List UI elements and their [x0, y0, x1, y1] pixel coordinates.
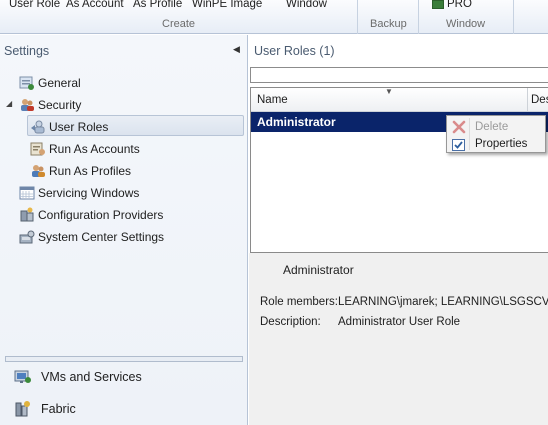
- ribbon-group-backup: Backup: [370, 18, 407, 30]
- row-name: Administrator: [257, 115, 336, 129]
- pro-button[interactable]: PRO: [447, 0, 472, 10]
- tree-item-system-center-settings[interactable]: System Center Settings: [19, 227, 164, 247]
- context-menu: Delete Properties: [446, 115, 546, 153]
- delete-icon: [451, 119, 467, 135]
- ribbon-separator: [357, 0, 358, 34]
- create-user-role-button[interactable]: User Role: [9, 0, 60, 10]
- sort-ascending-icon: ▼: [385, 87, 393, 96]
- system-center-settings-icon: [19, 229, 35, 245]
- workspace-label: Fabric: [41, 402, 76, 416]
- calendar-icon: [19, 185, 35, 201]
- winpe-image-button[interactable]: WinPE Image: [192, 0, 262, 10]
- ribbon-group-window: Window: [446, 18, 486, 30]
- column-header-name[interactable]: Name: [257, 94, 288, 106]
- tree-item-label: General: [38, 76, 81, 90]
- tree-item-general[interactable]: General: [19, 73, 81, 93]
- pane-splitter[interactable]: [5, 356, 243, 362]
- tree-item-run-as-profiles[interactable]: Run As Profiles: [30, 161, 131, 181]
- ribbon-group-create: Create: [162, 18, 196, 30]
- run-as-profiles-icon: [30, 163, 46, 179]
- page-title: User Roles (1): [254, 44, 335, 58]
- expand-collapse-icon[interactable]: ◢: [6, 99, 12, 108]
- content-pane: User Roles (1) ▼ Name Des Administrator …: [249, 35, 548, 425]
- workspace-fabric[interactable]: Fabric: [14, 397, 76, 421]
- user-roles-icon: [30, 119, 46, 135]
- tree-item-label: User Roles: [49, 120, 109, 134]
- workspace-label: VMs and Services: [41, 370, 142, 384]
- window-button[interactable]: Window: [286, 0, 327, 10]
- create-run-as-profile-button[interactable]: As Profile: [133, 0, 182, 10]
- workspace-vms-and-services[interactable]: VMs and Services: [14, 365, 142, 389]
- navigation-pane: Settings ◀ ◢ General Security User Roles…: [0, 35, 248, 425]
- general-settings-icon: [19, 75, 35, 91]
- column-divider[interactable]: [527, 88, 528, 112]
- description-value: Administrator User Role: [338, 316, 461, 328]
- menu-item-properties[interactable]: Properties: [447, 135, 545, 152]
- menu-item-label: Delete: [475, 120, 509, 133]
- grid-header: ▼ Name Des: [251, 87, 548, 112]
- detail-pane: Administrator Role members: LEARNING\jma…: [249, 253, 548, 425]
- security-users-icon: [19, 97, 35, 113]
- tree-item-label: Configuration Providers: [38, 208, 164, 222]
- configuration-providers-icon: [19, 207, 35, 223]
- tree-item-security[interactable]: Security: [19, 95, 81, 115]
- role-members-value: LEARNING\jmarek; LEARNING\LSGSCVMM2: [338, 296, 548, 308]
- tree-item-servicing-windows[interactable]: Servicing Windows: [19, 183, 139, 203]
- fabric-icon: [14, 400, 32, 418]
- detail-title: Administrator: [283, 263, 354, 277]
- tree-item-label: Run As Profiles: [49, 164, 132, 178]
- ribbon-separator: [513, 0, 514, 34]
- role-members-label: Role members:: [260, 296, 338, 308]
- collapse-pane-icon[interactable]: ◀: [233, 44, 240, 55]
- menu-item-delete[interactable]: Delete: [447, 118, 545, 135]
- pane-title: Settings: [4, 44, 50, 58]
- vms-services-icon: [14, 368, 32, 386]
- tree-item-label: System Center Settings: [38, 230, 165, 244]
- description-label: Description:: [260, 316, 321, 328]
- column-header-description[interactable]: Des: [531, 94, 548, 106]
- tree-item-label: Run As Accounts: [49, 142, 140, 156]
- tree-item-configuration-providers[interactable]: Configuration Providers: [19, 205, 163, 225]
- run-as-accounts-icon: [30, 141, 46, 157]
- ribbon-separator: [418, 0, 419, 34]
- tree-item-label: Security: [38, 98, 82, 112]
- tree-item-run-as-accounts[interactable]: Run As Accounts: [30, 139, 140, 159]
- pro-icon[interactable]: [432, 0, 444, 9]
- properties-icon: [451, 136, 467, 152]
- menu-item-label: Properties: [475, 137, 528, 150]
- tree-item-user-roles[interactable]: User Roles: [30, 117, 108, 137]
- user-roles-grid: ▼ Name Des Administrator: [250, 87, 548, 253]
- search-input[interactable]: [250, 67, 548, 83]
- ribbon: User Role As Account As Profile WinPE Im…: [0, 0, 548, 34]
- tree-item-label: Servicing Windows: [38, 186, 140, 200]
- create-run-as-account-button[interactable]: As Account: [66, 0, 124, 10]
